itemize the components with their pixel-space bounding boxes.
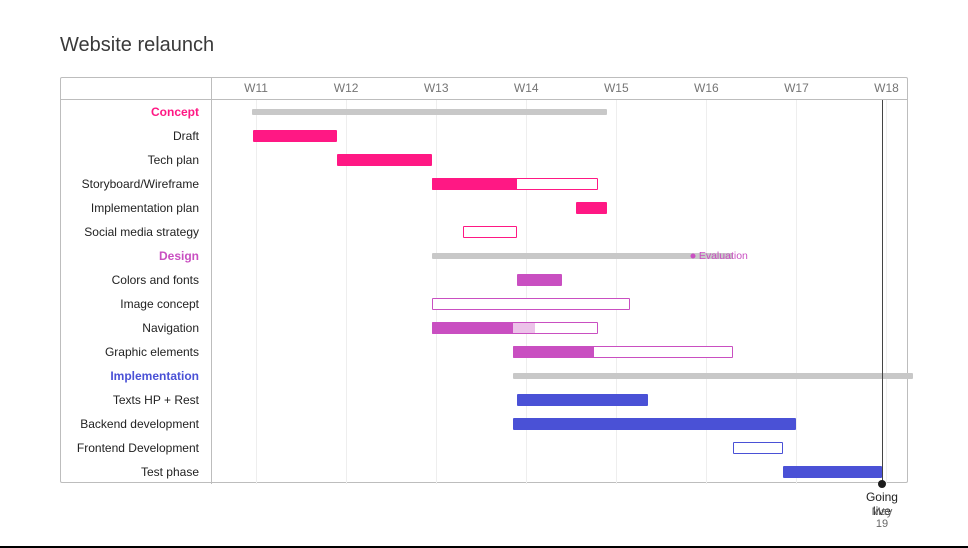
page-title: Website relaunch bbox=[60, 34, 908, 57]
row-label: Colors and fonts bbox=[61, 268, 205, 292]
gantt-header: W11 W12 W13 W14 W15 W16 W17 W18 bbox=[61, 78, 907, 100]
week-label: W15 bbox=[604, 81, 629, 95]
task-bar bbox=[513, 346, 594, 358]
row-label: Frontend Development bbox=[61, 436, 205, 460]
task-bar bbox=[463, 226, 517, 238]
summary-bar bbox=[432, 253, 734, 259]
summary-bar bbox=[252, 109, 608, 115]
week-label: W11 bbox=[244, 81, 268, 95]
task-bar bbox=[337, 154, 432, 166]
gantt-rows: ConceptDraftTech planStoryboard/Wirefram… bbox=[61, 100, 907, 484]
row-label: Social media strategy bbox=[61, 220, 205, 244]
gantt-row: Backend development bbox=[61, 412, 907, 436]
task-bar bbox=[576, 202, 608, 214]
row-label: Storyboard/Wireframe bbox=[61, 172, 205, 196]
summary-bar bbox=[513, 373, 914, 379]
task-bar bbox=[513, 322, 536, 334]
row-label: Navigation bbox=[61, 316, 205, 340]
week-label: W14 bbox=[514, 81, 539, 95]
gantt-row: Design Evaluation bbox=[61, 244, 907, 268]
task-bar bbox=[517, 274, 562, 286]
going-live-line bbox=[882, 100, 883, 484]
row-label: Tech plan bbox=[61, 148, 205, 172]
going-live-date: May 19 bbox=[869, 506, 894, 530]
evaluation-milestone-dot bbox=[690, 254, 695, 259]
task-bar bbox=[733, 442, 783, 454]
gantt-row: Concept bbox=[61, 100, 907, 124]
week-label: W17 bbox=[784, 81, 809, 95]
task-bar bbox=[517, 394, 648, 406]
row-label: Implementation bbox=[61, 364, 205, 388]
row-label: Graphic elements bbox=[61, 340, 205, 364]
row-label: Texts HP + Rest bbox=[61, 388, 205, 412]
row-label: Implementation plan bbox=[61, 196, 205, 220]
task-bar bbox=[432, 322, 513, 334]
row-label: Backend development bbox=[61, 412, 205, 436]
gantt-row: Texts HP + Rest bbox=[61, 388, 907, 412]
gantt-row: Implementation bbox=[61, 364, 907, 388]
row-label: Design bbox=[61, 244, 205, 268]
task-bar bbox=[253, 130, 337, 142]
gantt-row: Image concept bbox=[61, 292, 907, 316]
task-bar bbox=[783, 466, 882, 478]
gantt-row: Draft bbox=[61, 124, 907, 148]
gantt-chart: W11 W12 W13 W14 W15 W16 W17 W18 ConceptDraftTech… bbox=[60, 77, 908, 483]
gantt-row: Storyboard/Wireframe bbox=[61, 172, 907, 196]
task-bar bbox=[432, 178, 518, 190]
gantt-row: Navigation bbox=[61, 316, 907, 340]
week-label: W16 bbox=[694, 81, 719, 95]
task-bar bbox=[513, 418, 797, 430]
gantt-row: Colors and fonts bbox=[61, 268, 907, 292]
week-label: W12 bbox=[334, 81, 359, 95]
gantt-row: Implementation plan bbox=[61, 196, 907, 220]
row-label: Test phase bbox=[61, 460, 205, 484]
row-label: Draft bbox=[61, 124, 205, 148]
gantt-row: Graphic elements bbox=[61, 340, 907, 364]
gantt-row: Social media strategy bbox=[61, 220, 907, 244]
gantt-row: Test phase bbox=[61, 460, 907, 484]
row-label: Concept bbox=[61, 100, 205, 124]
task-bar bbox=[432, 298, 630, 310]
week-label: W13 bbox=[424, 81, 449, 95]
gantt-row: Tech plan bbox=[61, 148, 907, 172]
gantt-row: Frontend Development bbox=[61, 436, 907, 460]
evaluation-milestone-label: Evaluation bbox=[699, 250, 748, 262]
going-live-dot bbox=[878, 480, 886, 488]
week-label: W18 bbox=[874, 81, 899, 95]
row-label: Image concept bbox=[61, 292, 205, 316]
